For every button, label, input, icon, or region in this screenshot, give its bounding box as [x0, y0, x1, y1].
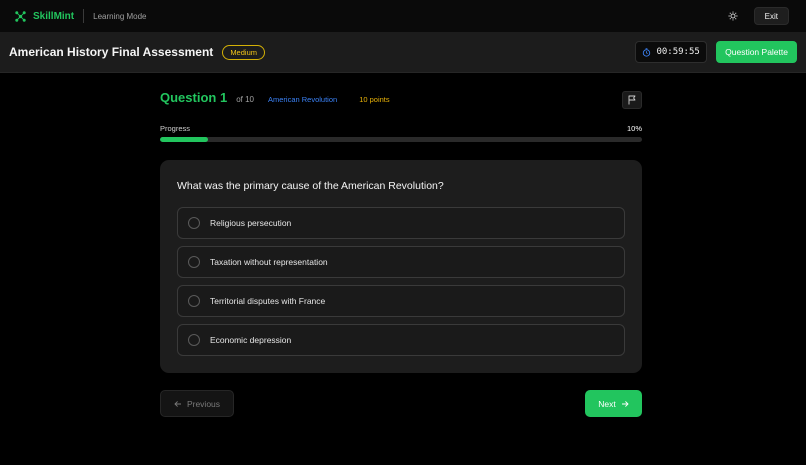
- app-name: SkillMint: [33, 10, 75, 22]
- progress-label: Progress: [160, 124, 191, 133]
- answer-option[interactable]: Territorial disputes with France: [177, 285, 625, 317]
- answer-option-label: Economic depression: [210, 335, 292, 345]
- previous-button[interactable]: Previous: [160, 390, 234, 417]
- answer-option-label: Religious persecution: [210, 218, 292, 228]
- mode-label: Learning Mode: [93, 11, 147, 21]
- nav-actions: Exit: [724, 7, 792, 25]
- theme-toggle-button[interactable]: [724, 7, 742, 25]
- question-total: of 10: [236, 95, 254, 104]
- answer-option[interactable]: Religious persecution: [177, 207, 625, 239]
- flag-icon: [628, 95, 636, 105]
- progress-fill: [160, 137, 209, 142]
- timer-value: 00:59:55: [656, 47, 700, 57]
- question-card: What was the primary cause of the Americ…: [160, 160, 642, 373]
- question-meta: Question 1 of 10 American Revolution 10 …: [160, 90, 642, 110]
- question-topic: American Revolution: [267, 95, 338, 104]
- clock-icon: [643, 47, 651, 57]
- next-label: Next: [598, 398, 616, 409]
- app-logo[interactable]: SkillMint: [14, 10, 74, 23]
- assessment-header: American History Final Assessment Medium…: [0, 32, 806, 73]
- question-text: What was the primary cause of the Americ…: [177, 180, 444, 192]
- previous-label: Previous: [186, 398, 221, 409]
- arrow-right-icon: [621, 400, 629, 407]
- radio-button[interactable]: [188, 295, 200, 307]
- exit-button[interactable]: Exit: [753, 7, 789, 25]
- nav-divider: [83, 9, 85, 23]
- next-button[interactable]: Next: [585, 390, 642, 417]
- answer-option-label: Taxation without representation: [210, 257, 328, 267]
- question-points: 10 points: [359, 95, 390, 104]
- top-nav: SkillMint Learning Mode Exit: [0, 0, 806, 32]
- answer-option[interactable]: Taxation without representation: [177, 246, 625, 278]
- assessment-title: American History Final Assessment: [9, 45, 214, 59]
- sun-icon: [728, 11, 738, 21]
- answer-options: Religious persecution Taxation without r…: [177, 207, 625, 363]
- radio-button[interactable]: [188, 256, 200, 268]
- flag-question-button[interactable]: [622, 91, 642, 109]
- answer-option-label: Territorial disputes with France: [210, 296, 326, 306]
- arrow-left-icon: [174, 400, 181, 407]
- progress-bar: [160, 137, 642, 142]
- skillmint-logo-icon: [15, 10, 26, 22]
- timer: 00:59:55: [635, 41, 708, 63]
- progress-value: 10%: [626, 124, 642, 133]
- progress-row: Progress 10%: [160, 124, 642, 133]
- question-number: Question 1: [160, 90, 228, 105]
- radio-button[interactable]: [188, 334, 200, 346]
- answer-option[interactable]: Economic depression: [177, 324, 625, 356]
- question-palette-button[interactable]: Question Palette: [716, 41, 797, 63]
- header-actions: 00:59:55 Question Palette: [635, 41, 797, 63]
- radio-button[interactable]: [188, 217, 200, 229]
- difficulty-badge: Medium: [222, 44, 265, 60]
